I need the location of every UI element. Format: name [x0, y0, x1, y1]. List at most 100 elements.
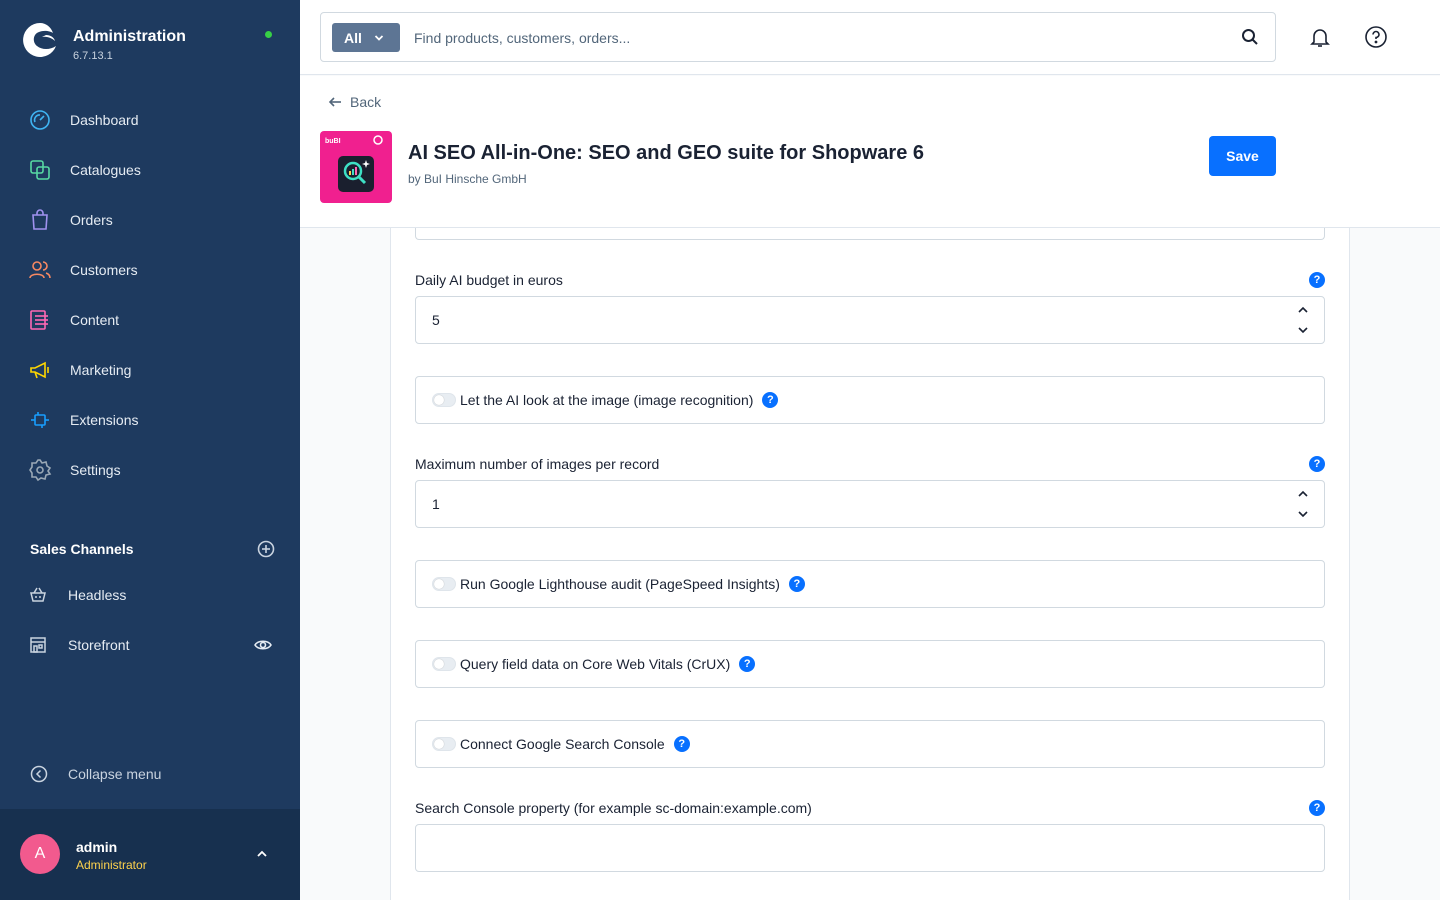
max-images-input[interactable]: 1 [415, 480, 1325, 528]
brand[interactable]: Administration 6.7.13.1 [20, 20, 186, 62]
page-header: Back buBI AI SEO All-in-One: SEO and GEO… [300, 76, 1440, 228]
crux-switch[interactable] [432, 657, 456, 671]
nav-item-settings[interactable]: Settings [0, 445, 300, 495]
daily-budget-input[interactable]: 5 [415, 296, 1325, 344]
crux-label: Query field data on Core Web Vitals (CrU… [460, 656, 731, 672]
extension-logo: buBI [320, 131, 392, 203]
save-button[interactable]: Save [1209, 136, 1276, 176]
sales-channel-storefront[interactable]: Storefront [28, 630, 278, 660]
nav-label: Settings [70, 462, 121, 478]
sales-channels-title: Sales Channels [30, 541, 134, 557]
svg-text:buBI: buBI [325, 138, 341, 145]
nav-label: Orders [70, 212, 113, 228]
lighthouse-switch[interactable] [432, 577, 456, 591]
sc-property-input[interactable] [415, 824, 1325, 872]
search-input[interactable] [414, 25, 1214, 51]
content-icon [30, 310, 48, 330]
customers-icon [29, 261, 51, 279]
chevron-left-circle-icon [30, 765, 48, 783]
basket-icon [30, 587, 46, 602]
eye-icon[interactable] [254, 637, 272, 653]
search-type-label: All [344, 29, 362, 46]
image-recognition-help-icon[interactable]: ? [762, 392, 779, 408]
max-images-label: Maximum number of images per record [415, 456, 660, 472]
user-role: Administrator [76, 858, 147, 872]
app-title: Administration [73, 28, 186, 45]
image-recognition-field: Let the AI look at the image (image reco… [415, 376, 1325, 424]
nav-item-dashboard[interactable]: Dashboard [0, 95, 300, 145]
top-bar: All [300, 0, 1440, 75]
bell-icon[interactable] [1308, 25, 1332, 49]
nav-label: Dashboard [70, 112, 139, 128]
arrow-left-icon [328, 97, 341, 107]
global-search: All [320, 12, 1276, 62]
collapse-menu-label: Collapse menu [68, 766, 162, 782]
extensions-icon [31, 412, 49, 428]
daily-budget-label: Daily AI budget in euros [415, 272, 563, 288]
sales-channel-label: Storefront [68, 637, 130, 653]
avatar: A [20, 834, 60, 874]
collapse-menu-button[interactable]: Collapse menu [30, 765, 161, 783]
sc-property-help-icon[interactable]: ? [1309, 800, 1325, 816]
config-card: Daily AI budget in euros ? 5 Let the AI … [390, 228, 1350, 900]
crux-field: Query field data on Core Web Vitals (CrU… [415, 640, 1325, 688]
lighthouse-field: Run Google Lighthouse audit (PageSpeed I… [415, 560, 1325, 608]
storefront-icon [30, 637, 46, 653]
orders-icon [32, 209, 48, 230]
max-images-value: 1 [432, 496, 440, 512]
search-type-select[interactable]: All [332, 23, 400, 52]
search-console-label: Connect Google Search Console [460, 736, 665, 752]
nav-item-extensions[interactable]: Extensions [0, 395, 300, 445]
sc-property-label: Search Console property (for example sc-… [415, 800, 812, 816]
nav-label: Marketing [70, 362, 132, 378]
nav-item-content[interactable]: Content [0, 295, 300, 345]
search-icon[interactable] [1241, 28, 1259, 46]
catalogues-icon [30, 160, 50, 180]
previous-field[interactable] [415, 228, 1325, 240]
main-nav: Dashboard Catalogues Orders Customers Co… [0, 95, 300, 495]
help-icon[interactable] [1364, 25, 1388, 49]
online-status-dot [265, 31, 272, 38]
image-recognition-label: Let the AI look at the image (image reco… [460, 392, 754, 408]
user-name: admin [76, 839, 118, 855]
dashboard-icon [30, 110, 50, 130]
nav-item-customers[interactable]: Customers [0, 245, 300, 295]
search-console-switch[interactable] [432, 737, 456, 751]
sidebar: Administration 6.7.13.1 Dashboard Catalo… [0, 0, 300, 900]
nav-label: Customers [70, 262, 138, 278]
nav-item-marketing[interactable]: Marketing [0, 345, 300, 395]
image-recognition-switch[interactable] [432, 393, 456, 407]
back-label: Back [350, 94, 382, 110]
page-title: AI SEO All-in-One: SEO and GEO suite for… [408, 142, 924, 164]
search-console-help-icon[interactable]: ? [673, 736, 690, 752]
sales-channel-label: Headless [68, 587, 127, 603]
search-console-field: Connect Google Search Console ? [415, 720, 1325, 768]
nav-label: Catalogues [70, 162, 141, 178]
shopware-logo [23, 23, 56, 57]
crux-help-icon[interactable]: ? [739, 656, 756, 672]
extension-vendor: by BuI Hinsche GmbH [408, 172, 527, 186]
add-sales-channel-icon[interactable] [257, 540, 275, 558]
increment-icon[interactable] [1297, 489, 1309, 499]
daily-budget-help-icon[interactable]: ? [1309, 272, 1325, 288]
increment-icon[interactable] [1297, 305, 1309, 315]
app-version: 6.7.13.1 [73, 50, 113, 62]
nav-label: Content [70, 312, 120, 328]
settings-icon [29, 459, 52, 482]
sales-channels-header: Sales Channels [30, 538, 275, 560]
max-images-help-icon[interactable]: ? [1309, 456, 1325, 472]
lighthouse-label: Run Google Lighthouse audit (PageSpeed I… [460, 576, 780, 592]
nav-item-catalogues[interactable]: Catalogues [0, 145, 300, 195]
nav-label: Extensions [70, 412, 139, 428]
nav-item-orders[interactable]: Orders [0, 195, 300, 245]
chevron-up-icon[interactable] [255, 849, 269, 859]
lighthouse-help-icon[interactable]: ? [788, 576, 805, 592]
user-menu[interactable]: A admin Administrator [0, 809, 300, 900]
decrement-icon[interactable] [1297, 509, 1309, 519]
decrement-icon[interactable] [1297, 325, 1309, 335]
ai-seo-logo-icon: buBI [325, 135, 383, 192]
back-link[interactable]: Back [328, 94, 381, 110]
chevron-down-icon [374, 34, 384, 41]
sales-channel-headless[interactable]: Headless [28, 580, 278, 610]
marketing-icon [30, 361, 49, 379]
